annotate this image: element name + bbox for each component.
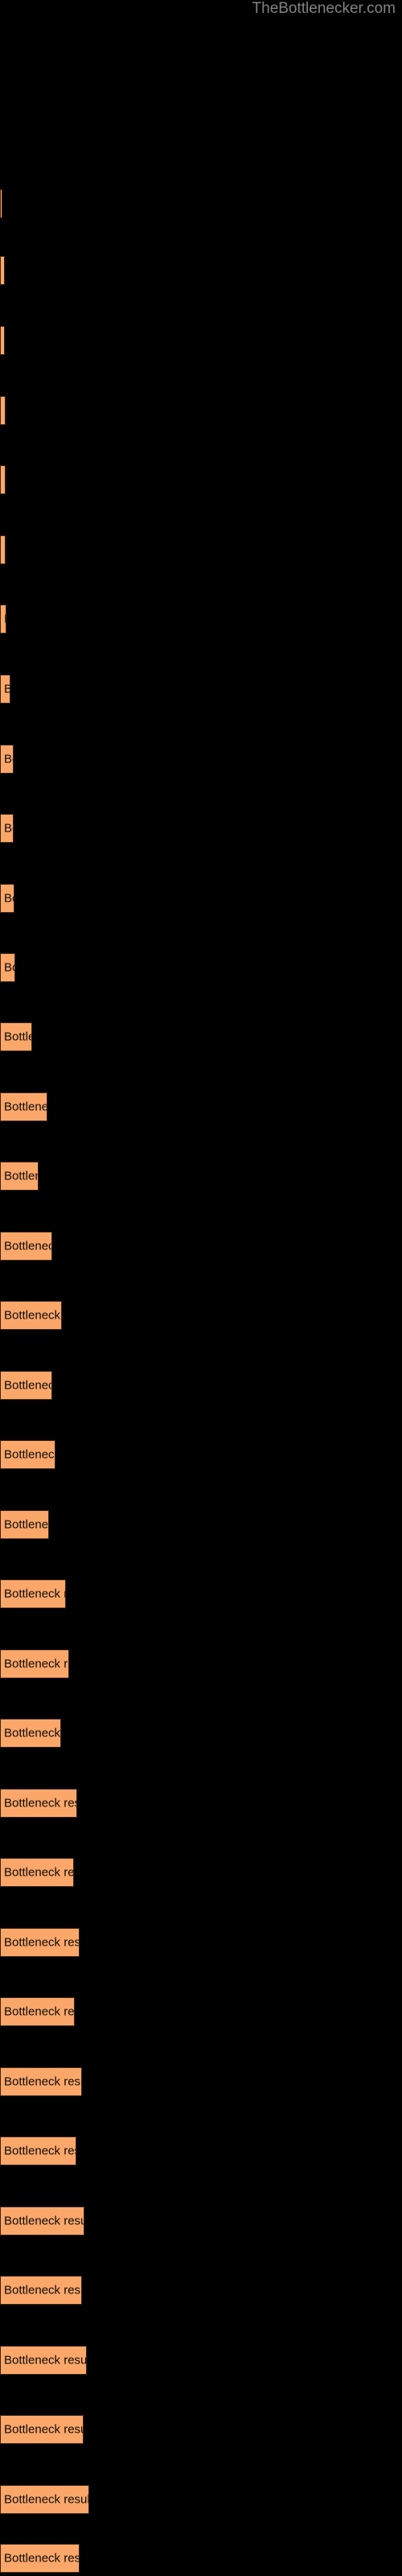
bar-label: Bottleneck result xyxy=(4,960,14,975)
bar: Bottleneck result xyxy=(0,1579,66,1608)
bar-label: Bottleneck result xyxy=(4,2422,83,2437)
bar-label: Bottleneck result xyxy=(4,543,5,557)
bar: Bottleneck result xyxy=(0,1649,69,1678)
bar-label: Bottleneck result xyxy=(4,1796,76,1810)
bar-label: Bottleneck result xyxy=(4,2353,87,2368)
bar: Bottleneck result xyxy=(0,2485,89,2514)
bar: Bottleneck result xyxy=(0,1858,74,1887)
bar-label: Bottleneck result xyxy=(4,1239,51,1253)
bar: Bottleneck result xyxy=(0,1162,39,1191)
bar: Bottleneck result xyxy=(0,1510,49,1539)
bar-label: Bottleneck result xyxy=(4,1657,68,1671)
bar-label: Bottleneck result xyxy=(4,264,5,278)
bar: Bottleneck result xyxy=(0,1789,77,1818)
bar: Bottleneck result xyxy=(0,1301,62,1330)
bar: Bottleneck result xyxy=(0,2415,84,2444)
bar: Bottleneck result xyxy=(0,953,15,982)
bar-label: Bottleneck result xyxy=(4,1517,49,1532)
bar: Bottleneck result xyxy=(0,1232,52,1261)
bar: Bottleneck result xyxy=(0,2067,82,2096)
bar: Bottleneck result xyxy=(0,814,14,843)
bar: Bottleneck result xyxy=(0,256,5,285)
bar: Bottleneck result xyxy=(0,1022,32,1051)
bar-label: Bottleneck result xyxy=(4,1726,61,1740)
bar: Bottleneck result xyxy=(0,605,6,634)
bar-label: Bottleneck result xyxy=(4,1865,74,1880)
bar-label: Bottleneck result xyxy=(4,1935,80,1950)
bar: Bottleneck result xyxy=(0,326,5,355)
bar-label: Bottleneck result xyxy=(4,2283,81,2297)
bar: Bottleneck result xyxy=(0,535,6,564)
bar-label: Bottleneck result xyxy=(4,404,5,418)
bar-chart: Bottleneck result Bottleneck result Bottle… xyxy=(0,0,402,2576)
bar: Bottleneck result xyxy=(0,189,2,218)
bar: Bottleneck result xyxy=(0,465,6,494)
page-root: TheBottlenecker.com Bottleneck resultBot… xyxy=(0,0,402,2576)
bar-label: Bottleneck result xyxy=(4,334,5,348)
bar-label: Bottleneck result xyxy=(4,1169,38,1183)
bar-label: Bottleneck result xyxy=(4,891,14,906)
bar-label: Bottleneck result xyxy=(4,752,13,766)
bar-label: Bottleneck result xyxy=(4,1308,61,1323)
bar-label: Bottleneck result xyxy=(4,1378,51,1393)
bar-label: Bottleneck result xyxy=(4,2144,76,2158)
bar-label: Bottleneck result xyxy=(4,473,5,487)
bar: Bottleneck result xyxy=(0,675,10,704)
bar-label: Bottleneck result xyxy=(4,1587,65,1601)
bar-label: Bottleneck result xyxy=(4,1100,47,1114)
bar: Bottleneck result xyxy=(0,2544,80,2573)
bar: Bottleneck result xyxy=(0,2136,76,2165)
bar-label: Bottleneck result xyxy=(4,2074,81,2089)
bar-label: Bottleneck result xyxy=(4,2004,75,2019)
bar-label: Bottleneck result xyxy=(4,2492,89,2507)
bar: Bottleneck result xyxy=(0,2276,82,2305)
bar-label: Bottleneck result xyxy=(4,1030,31,1044)
bar-label: Bottleneck result xyxy=(4,683,10,696)
bar: Bottleneck result xyxy=(0,1371,52,1400)
bar: Bottleneck result xyxy=(0,1440,55,1469)
bar: Bottleneck result xyxy=(0,1997,75,2026)
bar: Bottleneck result xyxy=(0,1928,80,1957)
bar: Bottleneck result xyxy=(0,2346,87,2375)
bar-label: Bottleneck result xyxy=(4,2214,84,2228)
bar: Bottleneck result xyxy=(0,745,14,774)
bar-label: Bottleneck result xyxy=(4,821,13,836)
bar-label: Bottleneck result xyxy=(4,613,6,626)
bar: Bottleneck result xyxy=(0,884,14,913)
bar: Bottleneck result xyxy=(0,2207,84,2235)
bar: Bottleneck result xyxy=(0,1092,47,1121)
bar: Bottleneck result xyxy=(0,1719,61,1748)
bar-label: Bottleneck result xyxy=(4,2551,80,2566)
bar: Bottleneck result xyxy=(0,396,6,425)
bar-label: Bottleneck result xyxy=(4,1447,55,1462)
